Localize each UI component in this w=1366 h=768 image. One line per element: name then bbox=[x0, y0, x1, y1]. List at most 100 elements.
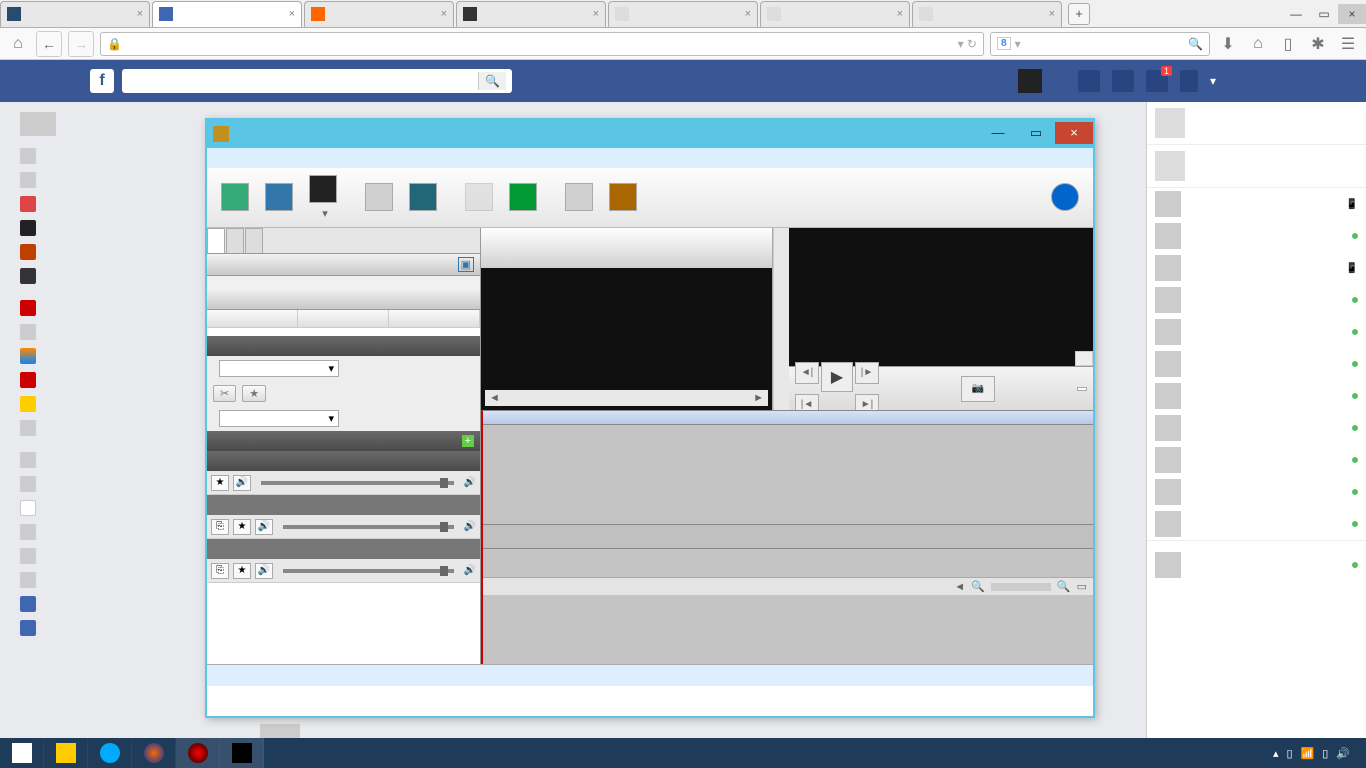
sidebar-item[interactable] bbox=[20, 368, 196, 392]
download-icon[interactable]: ⬇ bbox=[1216, 32, 1240, 56]
chat-contact[interactable] bbox=[1147, 284, 1366, 316]
tab-media-list[interactable] bbox=[207, 228, 225, 253]
subtitles-button[interactable] bbox=[401, 169, 445, 227]
taskbar-app[interactable] bbox=[88, 738, 132, 768]
timeline-audio[interactable] bbox=[483, 549, 1093, 577]
lock-icon[interactable] bbox=[1180, 70, 1198, 92]
minimize-button[interactable]: — bbox=[1282, 4, 1310, 24]
sidebar-item[interactable] bbox=[20, 616, 196, 640]
search-bar[interactable]: 8▾🔍 bbox=[990, 32, 1210, 56]
tray-chevron-icon[interactable]: ▴ bbox=[1273, 747, 1279, 760]
sidebar-item[interactable] bbox=[20, 448, 196, 472]
chat-contact[interactable] bbox=[1147, 348, 1366, 380]
browser-tab[interactable]: × bbox=[760, 1, 910, 27]
menu-icon[interactable]: ☰ bbox=[1336, 32, 1360, 56]
chat-contact[interactable] bbox=[1147, 380, 1366, 412]
browser-tab[interactable]: × bbox=[152, 1, 302, 27]
suite-button[interactable] bbox=[601, 169, 645, 227]
scrollbar[interactable] bbox=[773, 228, 789, 410]
volume-slider[interactable] bbox=[261, 481, 454, 485]
back-button[interactable]: ← bbox=[36, 31, 62, 57]
ticker-item[interactable] bbox=[1147, 102, 1366, 145]
tab-effects[interactable] bbox=[226, 228, 244, 253]
fb-search[interactable]: 🔍 bbox=[122, 69, 512, 93]
speaker-icon[interactable]: 🔊 bbox=[255, 563, 273, 579]
close-icon[interactable]: × bbox=[437, 8, 447, 20]
taskbar-app[interactable] bbox=[44, 738, 88, 768]
chat-contact[interactable] bbox=[1147, 549, 1366, 581]
maximize-button[interactable]: ▭ bbox=[1310, 4, 1338, 24]
bookmark-icon[interactable]: ▯ bbox=[1276, 32, 1300, 56]
chat-contact[interactable]: 📱 bbox=[1147, 252, 1366, 284]
new-tab-button[interactable]: + bbox=[1068, 3, 1090, 25]
fb-logo[interactable]: f bbox=[90, 69, 114, 93]
home-icon[interactable]: ⌂ bbox=[1246, 32, 1270, 56]
sidebar-item[interactable] bbox=[20, 592, 196, 616]
prev-frame-button[interactable]: ◄| bbox=[795, 362, 819, 384]
taskbar-app[interactable] bbox=[220, 738, 264, 768]
sidebar-item[interactable] bbox=[20, 472, 196, 496]
sidebar-item[interactable] bbox=[20, 296, 196, 320]
play-button[interactable]: ▶ bbox=[821, 362, 853, 392]
url-bar[interactable]: 🔒▾ ↻ bbox=[100, 32, 984, 56]
search-icon[interactable]: 🔍 bbox=[1188, 37, 1203, 51]
narrate-button[interactable] bbox=[357, 169, 401, 227]
add-media-button[interactable] bbox=[213, 169, 257, 227]
taskbar-app[interactable] bbox=[132, 738, 176, 768]
browser-tab[interactable]: × bbox=[0, 1, 150, 27]
sequence-style-select[interactable]: ▾ bbox=[219, 410, 339, 427]
close-button[interactable]: × bbox=[1055, 122, 1093, 144]
effect-button[interactable]: ★ bbox=[242, 385, 266, 402]
speaker-icon[interactable]: 🔊 bbox=[255, 519, 273, 535]
capture-button[interactable] bbox=[257, 169, 301, 227]
insert-blank-button[interactable]: ▾ bbox=[301, 169, 345, 227]
chat-contact[interactable] bbox=[1147, 412, 1366, 444]
tab-transitions[interactable] bbox=[245, 228, 263, 253]
close-icon[interactable]: × bbox=[893, 8, 903, 20]
ticker-item[interactable] bbox=[1147, 145, 1366, 188]
sidebar-item[interactable] bbox=[20, 544, 196, 568]
chat-contact[interactable] bbox=[1147, 316, 1366, 348]
minimize-button[interactable]: — bbox=[979, 122, 1017, 144]
close-button[interactable]: × bbox=[1338, 4, 1366, 24]
close-icon[interactable]: × bbox=[589, 8, 599, 20]
avatar[interactable] bbox=[1018, 69, 1042, 93]
browser-tab[interactable]: × bbox=[912, 1, 1062, 27]
chevron-down-icon[interactable]: ▾ bbox=[1210, 74, 1216, 88]
help-button[interactable] bbox=[1043, 169, 1087, 227]
home-icon[interactable]: ⌂ bbox=[6, 32, 30, 56]
options-button[interactable] bbox=[557, 169, 601, 227]
sidebar-item[interactable] bbox=[20, 168, 196, 192]
start-button[interactable] bbox=[0, 738, 44, 768]
close-icon[interactable]: × bbox=[285, 8, 295, 20]
timeline-overlay[interactable] bbox=[483, 525, 1093, 549]
speaker-icon[interactable]: 🔊 bbox=[233, 475, 251, 491]
titlebar[interactable]: — ▭ × bbox=[207, 120, 1093, 148]
messages-icon[interactable] bbox=[1112, 70, 1134, 92]
tray-icon[interactable]: 📶 bbox=[1301, 747, 1315, 760]
friends-icon[interactable] bbox=[1078, 70, 1100, 92]
timeline-sequence[interactable] bbox=[483, 425, 1093, 525]
sidebar-item[interactable] bbox=[20, 520, 196, 544]
split-button[interactable]: ✂ bbox=[213, 385, 236, 402]
maximize-button[interactable]: ▭ bbox=[1017, 122, 1055, 144]
sidebar-item[interactable] bbox=[20, 240, 196, 264]
sidebar-item[interactable] bbox=[20, 264, 196, 288]
chat-contact[interactable] bbox=[1147, 220, 1366, 252]
tray-icon[interactable]: ▯ bbox=[1286, 747, 1292, 760]
chat-contact[interactable] bbox=[1147, 444, 1366, 476]
gear-icon[interactable]: ✱ bbox=[1306, 32, 1330, 56]
sidebar-item[interactable] bbox=[20, 320, 196, 344]
volume-slider[interactable] bbox=[283, 525, 454, 529]
close-icon[interactable]: × bbox=[741, 8, 751, 20]
camera-icon[interactable]: 📷 bbox=[961, 376, 995, 402]
chat-contact[interactable] bbox=[1147, 476, 1366, 508]
close-icon[interactable]: × bbox=[1045, 8, 1055, 20]
browser-tab[interactable]: × bbox=[456, 1, 606, 27]
chat-contact[interactable]: 📱 bbox=[1147, 188, 1366, 220]
taskbar-app[interactable] bbox=[176, 738, 220, 768]
speaker-icon[interactable]: 🔊 bbox=[1336, 747, 1350, 760]
next-frame-button[interactable]: |► bbox=[855, 362, 879, 384]
plus-icon[interactable]: + bbox=[462, 435, 474, 447]
scrollbar[interactable]: ◄► bbox=[485, 390, 768, 406]
